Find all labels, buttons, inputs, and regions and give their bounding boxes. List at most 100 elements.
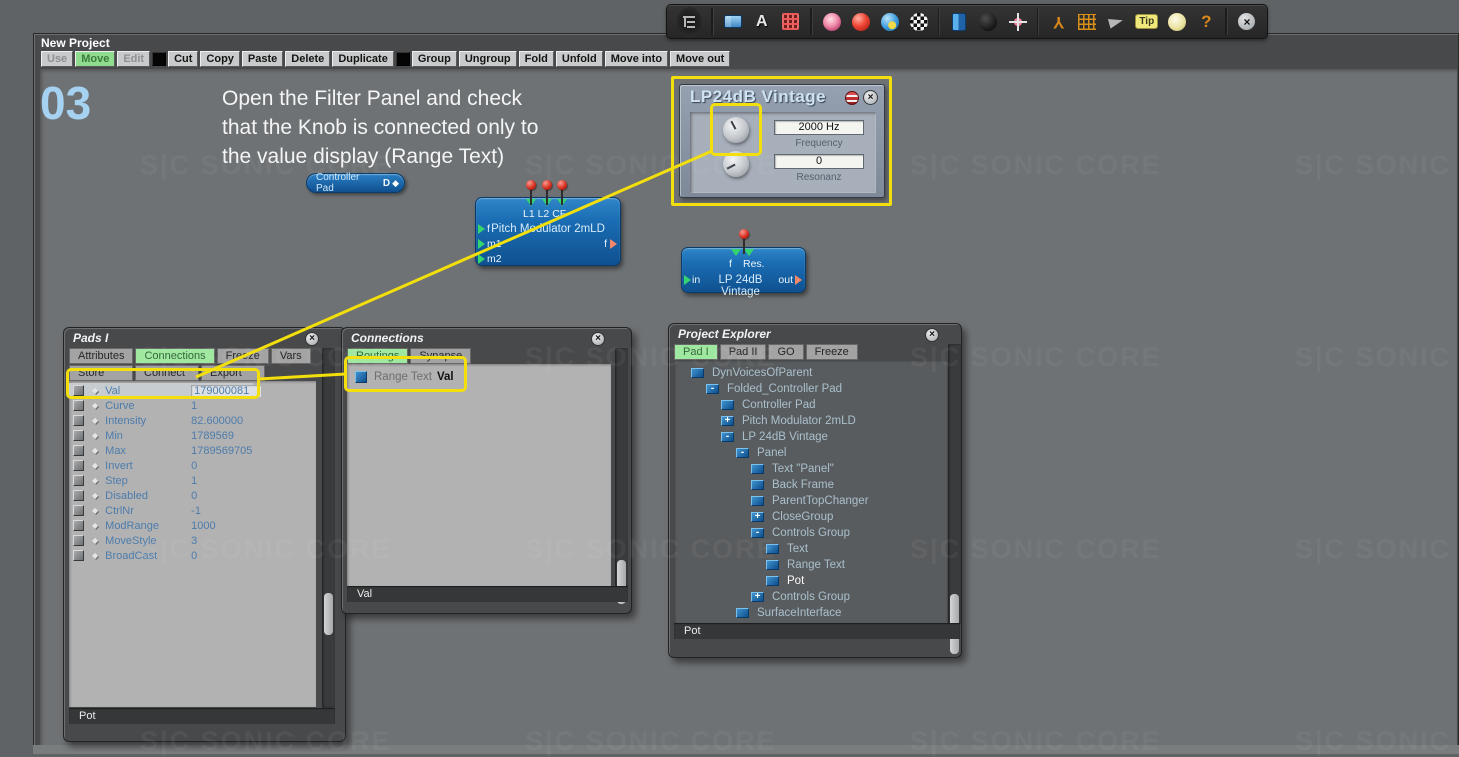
edit-toolbar-button[interactable]: Delete [285,51,331,67]
connections-tab[interactable]: Synapse [410,348,472,364]
param-value[interactable]: 1000 [191,520,215,532]
Step[interactable]: ◆ Step 1 [69,473,316,488]
edit-toolbar-button[interactable]: Fold [518,51,554,67]
BroadCast[interactable]: ◆ BroadCast 0 [69,548,316,563]
tree-node-icon[interactable] [691,368,704,378]
tree-item[interactable]: Controls Group [674,589,947,605]
edit-toolbar-button[interactable]: Paste [241,51,284,67]
tree-node-icon[interactable] [721,416,734,426]
project-tree-icon[interactable] [677,6,703,37]
text-icon[interactable]: A [752,10,772,34]
wire-grid-icon[interactable] [1077,10,1097,34]
tree-node-icon[interactable] [751,512,764,522]
tree-node-icon[interactable] [736,448,749,458]
pads-scrollbar-thumb[interactable] [324,593,333,635]
filter-panel[interactable]: LP24dB Vintage × 2000 Hz Frequency 0 Res… [679,84,885,198]
Val[interactable]: ◆ Val 179000081 [69,383,316,398]
tree-node-icon[interactable] [721,432,734,442]
frequency-knob[interactable] [723,117,749,143]
pads-action-button[interactable]: Connect [135,365,199,381]
edit-toolbar-button[interactable]: Duplicate [332,51,394,67]
edit-toolbar-button[interactable]: Copy [200,51,240,67]
red-sphere-icon[interactable] [851,10,871,34]
blue-frame-icon[interactable] [949,10,969,34]
param-value[interactable]: -1 [191,505,201,517]
edit-toolbar-button[interactable]: Use [41,51,74,67]
ModRange[interactable]: ◆ ModRange 1000 [69,518,316,533]
resonance-knob[interactable] [723,151,749,177]
param-checkbox[interactable] [73,550,84,561]
tree-item[interactable]: DynVoicesOfParent [674,365,947,381]
pads-tab[interactable]: Freeze [216,348,269,364]
param-checkbox[interactable] [73,475,84,486]
panel-close-icon[interactable]: × [863,90,878,105]
edit-toolbar-button[interactable]: Move out [670,51,731,67]
explorer-scrollbar[interactable] [948,344,961,654]
Max[interactable]: ◆ Max 1789569705 [69,443,316,458]
param-value[interactable]: 1 [191,475,197,487]
edit-toolbar-button[interactable]: Move [75,51,116,67]
param-checkbox[interactable] [73,430,84,441]
grid-red-icon[interactable] [781,10,801,34]
pads-tab[interactable]: Vars [270,348,311,364]
pitch-modulator-module[interactable]: L1 L2 CF Pitch Modulator 2mLD f m1 m2 f [475,197,621,266]
tree-item[interactable]: Text "Panel" [674,461,947,477]
dark-sphere-icon[interactable] [978,10,998,34]
tree-item[interactable]: CloseGroup [674,509,947,525]
help-icon[interactable]: ? [1196,10,1216,34]
arrow-icon[interactable] [1106,10,1126,34]
tree-node-icon[interactable] [751,528,764,538]
edit-toolbar-button[interactable]: Edit [117,51,151,67]
bypass-button[interactable] [845,91,859,105]
tree-node-icon[interactable] [736,608,749,618]
tree-node-icon[interactable] [721,400,734,410]
edit-toolbar-button[interactable]: Move into [604,51,669,67]
Disabled[interactable]: ◆ Disabled 0 [69,488,316,503]
toolbar-close-icon[interactable]: × [1237,10,1257,34]
tree-item[interactable]: Pot [674,573,947,589]
Curve[interactable]: ◆ Curve 1 [69,398,316,413]
edit-toolbar-button[interactable]: Group [411,51,457,67]
tree-item[interactable]: Folded_Controller Pad [674,381,947,397]
param-checkbox[interactable] [73,490,84,501]
tree-item[interactable]: Panel [674,445,947,461]
device-window-icon[interactable] [723,10,743,34]
pads-scrollbar[interactable] [322,348,335,708]
param-checkbox[interactable] [73,415,84,426]
tripod-icon[interactable]: Y [1048,10,1068,34]
bulb-icon[interactable] [1167,10,1187,34]
connections-scrollbar[interactable] [615,348,628,604]
explorer-tab[interactable]: Pad I [674,344,718,360]
pads-action-button[interactable]: Store [69,365,133,381]
tree-item[interactable]: ParentTopChanger [674,493,947,509]
param-value[interactable]: 0 [191,550,197,562]
edit-toolbar-button[interactable]: Cut [168,51,199,67]
controller-pad-module[interactable]: Controller Pad D ◆ [306,172,405,194]
tree-node-icon[interactable] [766,576,779,586]
blue-sphere-icon[interactable] [880,10,900,34]
tree-node-icon[interactable] [751,480,764,490]
param-value[interactable]: 3 [191,535,197,547]
tree-item[interactable]: SurfaceInterface [674,605,947,621]
tree-item[interactable]: Back Frame [674,477,947,493]
param-value[interactable]: 1789569705 [191,445,252,457]
tree-item[interactable]: Range Text [674,557,947,573]
tree-node-icon[interactable] [751,496,764,506]
pads-action-button[interactable]: Export [201,365,265,381]
edit-toolbar-button[interactable]: Ungroup [458,51,517,67]
param-value[interactable]: 0 [191,460,197,472]
rose-icon[interactable] [822,10,842,34]
tree-item[interactable]: Text [674,541,947,557]
frequency-value-field[interactable]: 2000 Hz [774,120,864,135]
checker-sphere-icon[interactable] [909,10,929,34]
tree-node-icon[interactable] [751,464,764,474]
edit-toolbar-button[interactable]: Unfold [555,51,603,67]
resonance-value-field[interactable]: 0 [774,154,864,169]
param-value[interactable]: 1789569 [191,430,234,442]
tree-node-icon[interactable] [766,544,779,554]
tip-icon[interactable]: Tip [1135,10,1159,34]
connections-tab[interactable]: Routings [347,348,409,364]
routing-entry[interactable]: Range Text Val [347,364,611,383]
param-value[interactable]: 179000081 [191,384,262,397]
param-value[interactable]: 82.600000 [191,415,243,427]
